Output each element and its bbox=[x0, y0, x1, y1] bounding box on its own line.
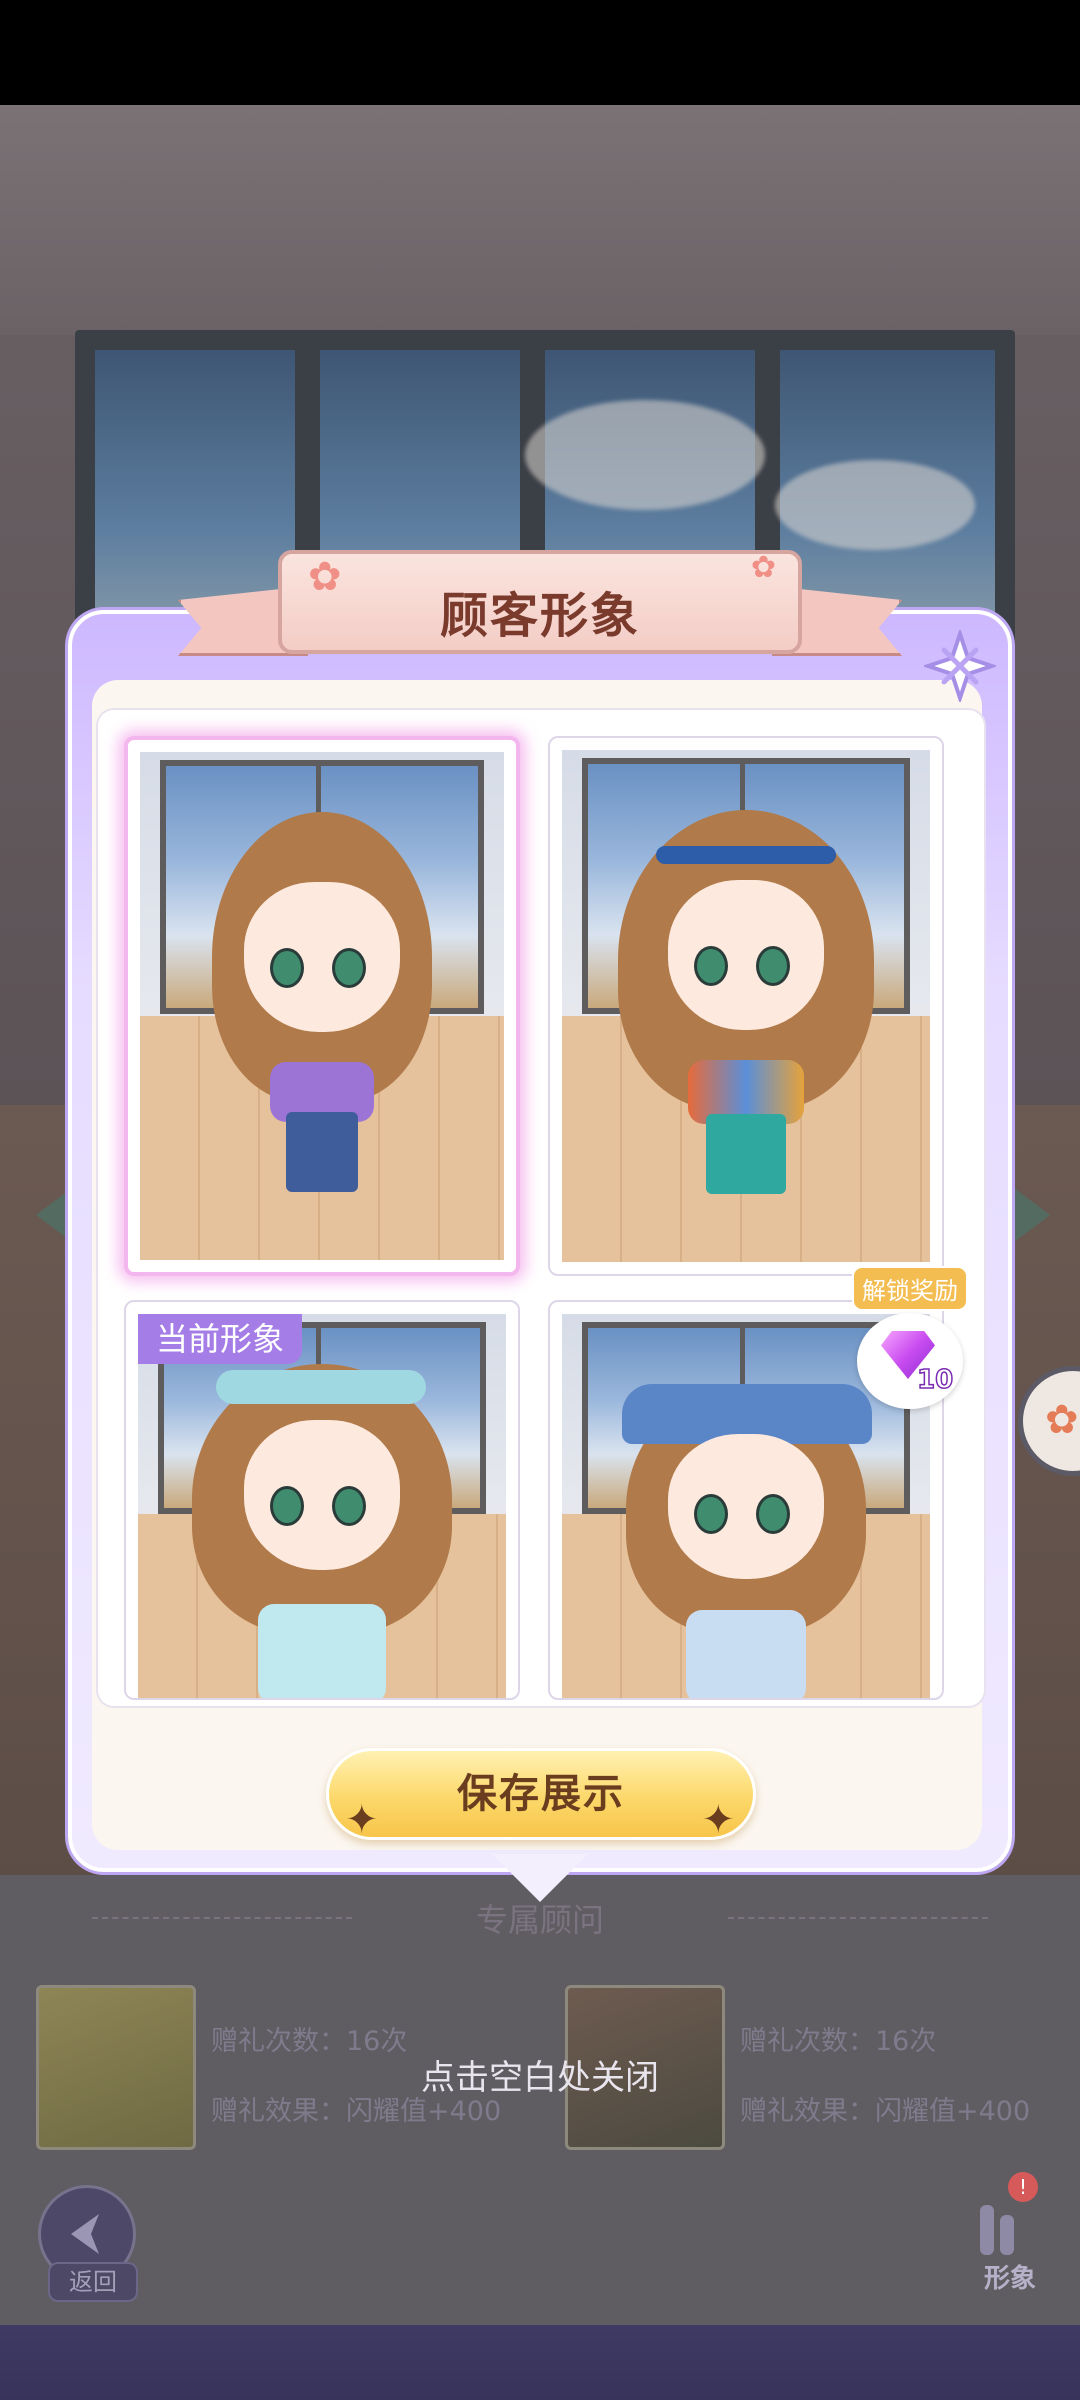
look-grid: 当前形象 bbox=[96, 708, 986, 1708]
character-figure bbox=[182, 812, 462, 1232]
sparkle-icon: ✦ bbox=[701, 1797, 737, 1843]
close-star-icon bbox=[921, 627, 999, 705]
sparkle-icon: ✦ bbox=[345, 1797, 381, 1843]
look-card-1[interactable] bbox=[124, 736, 520, 1276]
cloud bbox=[525, 400, 765, 510]
reward-label: 解锁奖励 bbox=[852, 1266, 968, 1311]
character-figure bbox=[596, 1364, 896, 1698]
reward-bubble: 10 bbox=[857, 1313, 963, 1409]
look-label: 形象 bbox=[983, 2264, 1036, 2294]
character-figure bbox=[172, 1364, 472, 1698]
unlock-reward-badge[interactable]: 解锁奖励 10 bbox=[850, 1266, 970, 1409]
paw-icon: ✿ bbox=[1045, 1397, 1079, 1443]
back-label[interactable]: 返回 bbox=[48, 2262, 138, 2302]
save-display-button[interactable]: ✦ 保存展示 ✦ bbox=[326, 1748, 756, 1843]
ribbon-banner: ✿ ✿ 顾客形象 bbox=[278, 550, 802, 654]
close-button[interactable] bbox=[921, 627, 999, 705]
dialog-title: 顾客形象 bbox=[439, 588, 640, 644]
bottom-bar bbox=[0, 2325, 1080, 2400]
ceiling bbox=[0, 105, 1080, 335]
save-display-label: 保存展示 bbox=[457, 1771, 625, 1817]
character-image bbox=[140, 752, 504, 1260]
notification-badge: ! bbox=[1008, 2172, 1038, 2202]
reward-count: 10 bbox=[916, 1364, 954, 1396]
look-card-2[interactable] bbox=[548, 736, 944, 1276]
character-image bbox=[562, 750, 930, 1262]
tap-blank-to-close-hint[interactable]: 点击空白处关闭 bbox=[0, 2050, 1080, 2099]
look-card-3[interactable]: 当前形象 bbox=[124, 1300, 520, 1700]
character-figure bbox=[596, 810, 896, 1230]
title-ribbon: ✿ ✿ 顾客形象 bbox=[178, 550, 902, 670]
character-image bbox=[138, 1314, 506, 1698]
cloud bbox=[775, 460, 975, 550]
current-look-tag: 当前形象 bbox=[138, 1314, 303, 1364]
customer-look-dialog: 当前形象 解锁奖励 10 ✿ ✿ 顾客形象 ✦ 保存展示 ✦ bbox=[68, 550, 1012, 1900]
